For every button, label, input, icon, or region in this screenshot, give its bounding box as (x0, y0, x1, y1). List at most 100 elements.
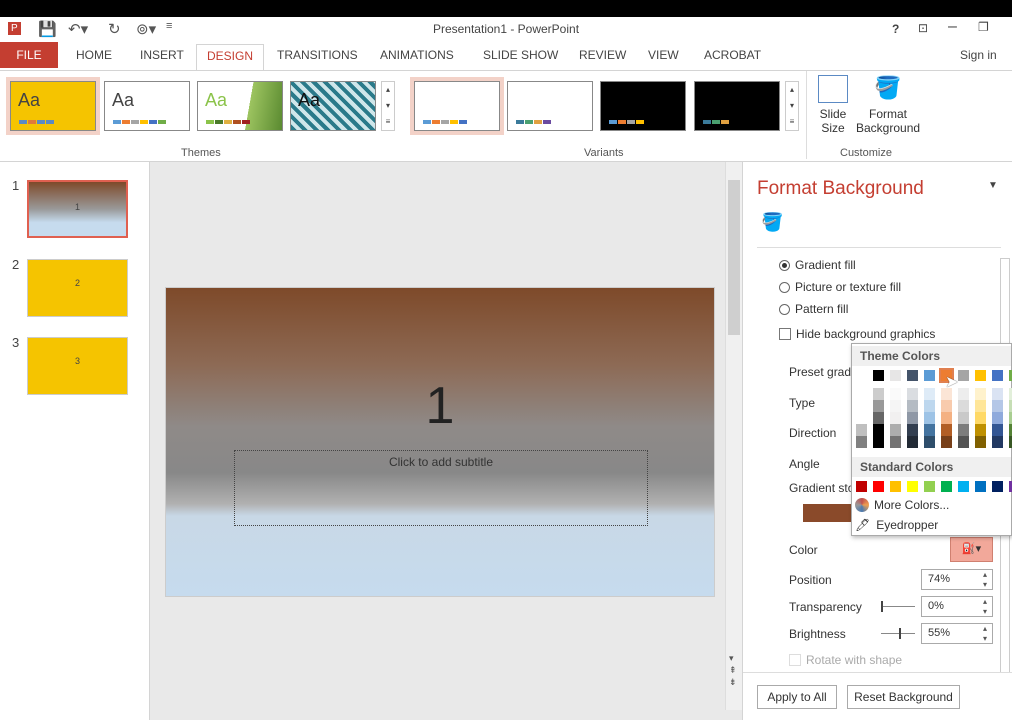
position-spinner[interactable]: 74% (921, 569, 993, 590)
theme-shade-swatch[interactable] (992, 400, 1003, 412)
theme-shade-swatch[interactable] (890, 412, 901, 424)
theme-shade-swatch[interactable] (924, 412, 935, 424)
tab-slide-show[interactable]: SLIDE SHOW (483, 48, 558, 62)
format-background-button[interactable]: 🪣 Format Background (856, 75, 920, 135)
help-button[interactable]: ? (892, 22, 899, 36)
standard-color-swatch[interactable] (958, 481, 969, 492)
theme-color-swatch[interactable] (907, 370, 918, 381)
theme-shade-swatch[interactable] (856, 388, 867, 400)
theme-shade-swatch[interactable] (873, 388, 884, 400)
theme-shade-swatch[interactable] (975, 424, 986, 436)
theme-thumb-4[interactable]: Aa (290, 81, 376, 131)
theme-shade-swatch[interactable] (941, 436, 952, 448)
slider-handle[interactable] (898, 628, 901, 639)
theme-thumb-2[interactable]: Aa (104, 81, 190, 131)
theme-shade-swatch[interactable] (924, 400, 935, 412)
variant-thumb-3[interactable] (600, 81, 686, 131)
theme-shade-swatch[interactable] (907, 412, 918, 424)
editor-scrollbar[interactable]: ▾ ⇞ ⇟ (725, 162, 742, 710)
pane-options-icon[interactable]: ▼ (988, 180, 998, 191)
standard-color-swatch[interactable] (890, 481, 901, 492)
theme-shade-swatch[interactable] (873, 424, 884, 436)
themes-scroll[interactable]: ▴ ▾ ≡ (381, 81, 395, 131)
slide-size-button[interactable]: Slide Size (814, 75, 852, 135)
theme-shade-swatch[interactable] (907, 424, 918, 436)
slide-thumb-2[interactable]: 2 (27, 259, 128, 317)
restore-icon[interactable]: ❐ (978, 20, 989, 34)
apply-to-all-button[interactable]: Apply to All (757, 685, 837, 709)
theme-shade-swatch[interactable] (958, 436, 969, 448)
theme-thumb-3[interactable]: Aa (197, 81, 283, 131)
theme-shade-swatch[interactable] (907, 436, 918, 448)
standard-color-swatch[interactable] (924, 481, 935, 492)
theme-shade-swatch[interactable] (924, 424, 935, 436)
scroll-thumb[interactable] (728, 180, 740, 335)
color-picker-button[interactable]: ⛽▾ (950, 537, 993, 562)
theme-color-swatch[interactable] (924, 370, 935, 381)
theme-shade-swatch[interactable] (890, 400, 901, 412)
brightness-slider[interactable] (881, 628, 915, 639)
theme-shade-swatch[interactable] (958, 388, 969, 400)
reset-background-button[interactable]: Reset Background (847, 685, 960, 709)
theme-shade-swatch[interactable] (873, 412, 884, 424)
theme-shade-swatch[interactable] (873, 436, 884, 448)
theme-shade-swatch[interactable] (890, 388, 901, 400)
theme-shade-swatch[interactable] (975, 400, 986, 412)
theme-color-swatch[interactable] (958, 370, 969, 381)
tab-review[interactable]: REVIEW (579, 48, 626, 62)
standard-color-swatch[interactable] (992, 481, 1003, 492)
theme-shade-swatch[interactable] (856, 400, 867, 412)
theme-color-swatch[interactable] (856, 370, 867, 381)
transparency-slider[interactable] (881, 601, 915, 612)
eyedropper-item[interactable]: 🖊 Eyedropper (855, 518, 938, 532)
theme-shade-swatch[interactable] (941, 424, 952, 436)
theme-color-swatch[interactable] (873, 370, 884, 381)
brightness-spinner[interactable]: 55% (921, 623, 993, 644)
tab-animations[interactable]: ANIMATIONS (380, 48, 454, 62)
fill-category-icon[interactable]: 🪣 (761, 212, 783, 233)
theme-thumb-1[interactable]: Aa (10, 81, 96, 131)
tab-insert[interactable]: INSERT (140, 48, 184, 62)
picture-fill-radio[interactable]: Picture or texture fill (779, 280, 901, 294)
transparency-spinner[interactable]: 0% (921, 596, 993, 617)
slide-thumb-1[interactable]: 1 (27, 180, 128, 238)
theme-shade-swatch[interactable] (856, 436, 867, 448)
standard-color-swatch[interactable] (907, 481, 918, 492)
hide-background-checkbox[interactable]: Hide background graphics (779, 327, 935, 341)
tab-view[interactable]: VIEW (648, 48, 679, 62)
tab-file[interactable]: FILE (0, 42, 58, 68)
gradient-fill-radio[interactable]: Gradient fill (779, 258, 856, 272)
variants-scroll[interactable]: ▴ ▾ ≡ (785, 81, 799, 131)
theme-shade-swatch[interactable] (924, 388, 935, 400)
theme-shade-swatch[interactable] (907, 388, 918, 400)
rotate-with-shape-checkbox[interactable]: Rotate with shape (789, 653, 902, 667)
sign-in-link[interactable]: Sign in (960, 48, 997, 62)
ribbon-display-icon[interactable]: ⊡ (918, 21, 928, 35)
theme-shade-swatch[interactable] (907, 400, 918, 412)
pattern-fill-radio[interactable]: Pattern fill (779, 302, 848, 316)
theme-shade-swatch[interactable] (992, 388, 1003, 400)
theme-shade-swatch[interactable] (873, 400, 884, 412)
standard-color-swatch[interactable] (856, 481, 867, 492)
theme-color-swatch[interactable] (890, 370, 901, 381)
variant-thumb-1[interactable] (414, 81, 500, 131)
theme-shade-swatch[interactable] (941, 400, 952, 412)
scroll-arrows-icon[interactable]: ▾ ⇞ ⇟ (729, 652, 737, 688)
theme-shade-swatch[interactable] (992, 436, 1003, 448)
gradient-stops-bar[interactable] (803, 504, 853, 522)
theme-shade-swatch[interactable] (890, 424, 901, 436)
standard-color-swatch[interactable] (941, 481, 952, 492)
theme-shade-swatch[interactable] (975, 388, 986, 400)
theme-shade-swatch[interactable] (992, 412, 1003, 424)
theme-shade-swatch[interactable] (856, 412, 867, 424)
standard-color-swatch[interactable] (873, 481, 884, 492)
tab-home[interactable]: HOME (76, 48, 112, 62)
variant-thumb-2[interactable] (507, 81, 593, 131)
tab-acrobat[interactable]: ACROBAT (704, 48, 761, 62)
minimize-icon[interactable]: – (948, 18, 957, 36)
tab-design[interactable]: DESIGN (196, 44, 265, 71)
theme-shade-swatch[interactable] (941, 412, 952, 424)
theme-shade-swatch[interactable] (958, 424, 969, 436)
variant-thumb-4[interactable] (694, 81, 780, 131)
theme-shade-swatch[interactable] (856, 424, 867, 436)
